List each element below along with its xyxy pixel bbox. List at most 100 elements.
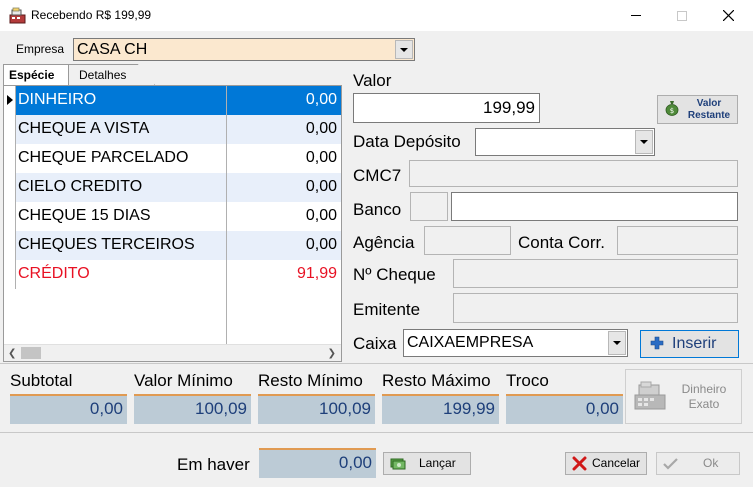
row-value[interactable]: 91,99 bbox=[227, 260, 341, 289]
divider bbox=[0, 363, 753, 364]
tab-detalhes[interactable]: Detalhes bbox=[69, 64, 155, 85]
em-haver-value: 0,00 bbox=[259, 448, 376, 478]
divider bbox=[0, 432, 753, 433]
row-name: CHEQUES TERCEIROS bbox=[16, 231, 227, 260]
subtotal-label: Subtotal bbox=[10, 371, 73, 390]
chevron-down-icon bbox=[640, 140, 648, 144]
subtotal-value: 0,00 bbox=[10, 394, 127, 424]
valor-minimo-value: 100,09 bbox=[134, 394, 251, 424]
conta-corrente-label: Conta Corr. bbox=[518, 233, 605, 252]
inserir-label: Inserir bbox=[672, 335, 717, 352]
ok-button[interactable]: Ok bbox=[656, 452, 740, 475]
agencia-label: Agência bbox=[353, 233, 415, 252]
dropdown-button[interactable] bbox=[635, 130, 653, 154]
close-icon bbox=[572, 456, 587, 471]
emitente-label: Emitente bbox=[353, 300, 421, 319]
row-value[interactable]: 0,00 bbox=[227, 86, 341, 115]
plus-icon bbox=[650, 336, 664, 350]
cancelar-button[interactable]: Cancelar bbox=[565, 452, 647, 475]
row-name: CIELO CREDITO bbox=[16, 173, 227, 202]
valor-label: Valor bbox=[353, 71, 392, 90]
empresa-value: CASA CH bbox=[77, 41, 148, 58]
lancar-label: Lançar bbox=[419, 456, 456, 470]
ok-label: Ok bbox=[703, 456, 719, 470]
grid-row-cheque-a-vista[interactable]: CHEQUE A VISTA 0,00 bbox=[4, 115, 341, 144]
valor-restante-button[interactable]: $ Valor Restante bbox=[657, 95, 738, 124]
scroll-left-icon[interactable]: ❮ bbox=[8, 348, 16, 359]
row-indicator bbox=[4, 115, 16, 144]
cancelar-label: Cancelar bbox=[592, 456, 641, 470]
dinheiro-exato-button[interactable]: Dinheiro Exato bbox=[625, 369, 742, 424]
numero-cheque-label: Nº Cheque bbox=[353, 265, 436, 284]
valor-restante-label: Valor Restante bbox=[687, 98, 731, 121]
row-name: CHEQUE PARCELADO bbox=[16, 144, 227, 173]
banco-name-field[interactable] bbox=[451, 192, 738, 221]
current-row-arrow-icon bbox=[7, 95, 13, 105]
grid-row-dinheiro[interactable]: DINHEIRO 0,00 bbox=[4, 86, 341, 115]
maximize-icon bbox=[677, 10, 687, 21]
close-icon bbox=[722, 10, 734, 21]
agencia-field[interactable] bbox=[424, 226, 511, 255]
scroll-thumb[interactable] bbox=[21, 347, 41, 359]
cash-register-icon bbox=[9, 7, 26, 24]
caixa-label: Caixa bbox=[353, 334, 397, 353]
row-indicator bbox=[4, 173, 16, 202]
row-name: DINHEIRO bbox=[16, 86, 227, 115]
cmc7-field[interactable] bbox=[409, 160, 738, 187]
row-value[interactable]: 0,00 bbox=[227, 144, 341, 173]
row-indicator bbox=[4, 86, 16, 115]
row-value[interactable]: 0,00 bbox=[227, 202, 341, 231]
row-value[interactable]: 0,00 bbox=[227, 115, 341, 144]
check-icon bbox=[663, 458, 678, 470]
close-button[interactable] bbox=[705, 0, 751, 31]
chevron-down-icon bbox=[613, 341, 621, 345]
grid-row-cielo-credito[interactable]: CIELO CREDITO 0,00 bbox=[4, 173, 341, 202]
grid-row-cheques-terceiros[interactable]: CHEQUES TERCEIROS 0,00 bbox=[4, 231, 341, 260]
cmc7-label: CMC7 bbox=[353, 166, 402, 185]
row-name: CHEQUE A VISTA bbox=[16, 115, 227, 144]
resto-maximo-label: Resto Máximo bbox=[382, 371, 491, 390]
conta-corrente-field[interactable] bbox=[617, 226, 738, 255]
grid-row-cheque-15-dias[interactable]: CHEQUE 15 DIAS 0,00 bbox=[4, 202, 341, 231]
row-value[interactable]: 0,00 bbox=[227, 231, 341, 260]
caixa-select[interactable]: CAIXAEMPRESA bbox=[403, 329, 628, 357]
dropdown-button[interactable] bbox=[395, 40, 413, 59]
scroll-right-icon[interactable]: ❯ bbox=[328, 348, 336, 359]
data-deposito-picker[interactable] bbox=[475, 128, 655, 156]
money-icon bbox=[390, 458, 406, 470]
banco-code-field[interactable] bbox=[410, 192, 448, 221]
minimize-icon bbox=[631, 15, 641, 16]
payment-type-grid[interactable]: DINHEIRO 0,00 CHEQUE A VISTA 0,00 CHEQUE… bbox=[3, 85, 342, 362]
money-bag-icon: $ bbox=[665, 101, 679, 116]
minimize-button[interactable] bbox=[613, 0, 659, 31]
row-value[interactable]: 0,00 bbox=[227, 173, 341, 202]
resto-maximo-value: 199,99 bbox=[382, 394, 499, 424]
tab-especie[interactable]: Espécie bbox=[3, 64, 69, 86]
maximize-button[interactable] bbox=[659, 0, 705, 31]
grid-empty-area bbox=[16, 289, 227, 349]
cash-register-icon bbox=[634, 381, 666, 410]
inserir-button[interactable]: Inserir bbox=[640, 330, 739, 358]
chevron-down-icon bbox=[400, 47, 408, 52]
lancar-button[interactable]: Lançar bbox=[383, 452, 471, 475]
resto-minimo-value: 100,09 bbox=[258, 394, 375, 424]
horizontal-scrollbar[interactable]: ❮ ❯ bbox=[4, 344, 341, 361]
emitente-field[interactable] bbox=[453, 293, 738, 323]
numero-cheque-field[interactable] bbox=[453, 259, 738, 288]
grid-row-credito[interactable]: CRÉDITO 91,99 bbox=[4, 260, 341, 289]
dropdown-button[interactable] bbox=[608, 331, 626, 355]
row-indicator bbox=[4, 144, 16, 173]
title-bar: Recebendo R$ 199,99 bbox=[0, 0, 753, 31]
empresa-label: Empresa bbox=[16, 42, 65, 56]
row-name: CRÉDITO bbox=[16, 260, 227, 289]
dinheiro-exato-label: Dinheiro Exato bbox=[681, 382, 727, 411]
data-deposito-label: Data Depósito bbox=[353, 132, 461, 151]
empresa-select[interactable]: CASA CH bbox=[73, 38, 415, 61]
row-indicator bbox=[4, 260, 16, 289]
grid-row-cheque-parcelado[interactable]: CHEQUE PARCELADO 0,00 bbox=[4, 144, 341, 173]
valor-input[interactable]: 199,99 bbox=[353, 93, 540, 123]
svg-text:$: $ bbox=[670, 107, 674, 115]
row-indicator bbox=[4, 202, 16, 231]
row-name: CHEQUE 15 DIAS bbox=[16, 202, 227, 231]
em-haver-label: Em haver bbox=[177, 455, 250, 474]
